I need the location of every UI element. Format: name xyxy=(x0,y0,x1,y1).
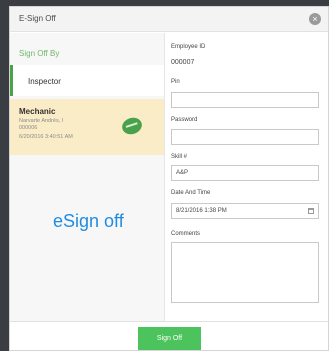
pin-label: Pin xyxy=(171,79,180,85)
esign-dialog: E-Sign Off × Sign Off By Inspector Mecha… xyxy=(9,6,329,351)
mechanic-name: Narvarte Andrés, I xyxy=(19,118,64,124)
mechanic-signed-date: 6/20/2016 3:40:51 AM xyxy=(19,134,73,140)
employee-id-label: Employee ID xyxy=(171,44,206,50)
sidebar-item-label: Inspector xyxy=(28,77,61,86)
password-input[interactable] xyxy=(171,129,319,145)
sidebar-item-mechanic[interactable]: Mechanic Narvarte Andrés, I 000006 6/20/… xyxy=(10,99,164,155)
password-label: Password xyxy=(171,117,198,123)
sign-off-by-heading: Sign Off By xyxy=(19,49,60,58)
skill-label: Skill # xyxy=(171,154,188,160)
sidebar-item-inspector[interactable]: Inspector xyxy=(10,65,164,96)
sign-off-button[interactable]: Sign Off xyxy=(138,327,201,350)
comments-label: Comments xyxy=(171,231,201,237)
pin-input[interactable] xyxy=(171,92,319,108)
dialog-footer-divider xyxy=(10,321,328,322)
close-icon[interactable]: × xyxy=(309,13,321,25)
sidebar-item-label: Mechanic xyxy=(19,107,56,116)
dialog-title: E-Sign Off xyxy=(19,14,56,23)
background-window-edge xyxy=(0,0,9,351)
skill-input[interactable]: A&P xyxy=(171,165,319,181)
esign-off-overlay-label: eSign off xyxy=(53,211,124,231)
mechanic-id: 000006 xyxy=(19,125,38,131)
signer-sidebar: Sign Off By Inspector Mechanic Narvarte … xyxy=(10,33,165,321)
datetime-value: 8/21/2016 1:38 PM xyxy=(176,208,227,214)
calendar-icon[interactable] xyxy=(308,208,314,214)
signature-stamp-icon xyxy=(120,115,144,137)
datetime-input[interactable]: 8/21/2016 1:38 PM xyxy=(171,203,319,219)
comments-textarea[interactable] xyxy=(171,242,319,303)
employee-id-value: 000007 xyxy=(171,59,195,66)
datetime-label: Date And Time xyxy=(171,190,211,196)
dialog-titlebar: E-Sign Off × xyxy=(10,7,328,32)
